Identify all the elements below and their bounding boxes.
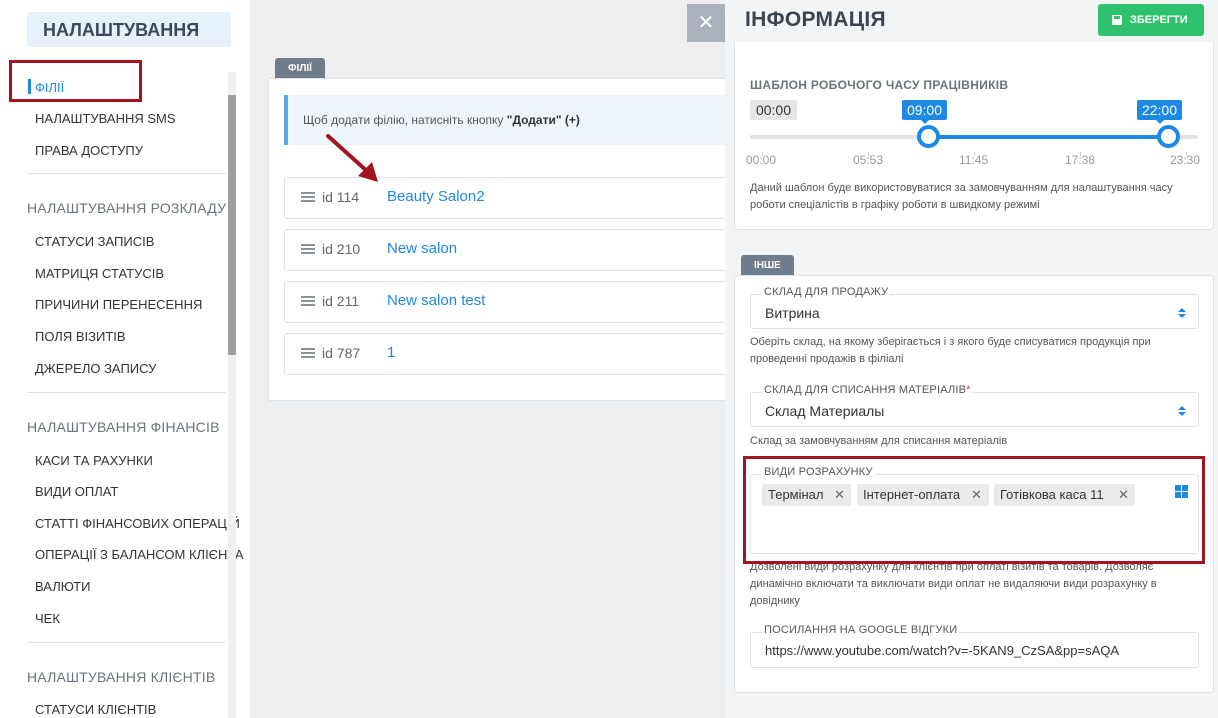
- sidebar-item-sms-settings[interactable]: НАЛАШТУВАННЯ SMS: [35, 111, 176, 126]
- materials-stock-select[interactable]: Склад Материалы: [750, 392, 1199, 427]
- slider-tick-label: 00:00: [746, 153, 777, 167]
- branch-name-link[interactable]: New salon: [387, 240, 457, 257]
- save-button[interactable]: ЗБЕРЕГТИ: [1098, 4, 1204, 36]
- sidebar-item-payment-types[interactable]: ВИДИ ОПЛАТ: [35, 484, 118, 499]
- settings-sidebar: НАЛАШТУВАННЯ ФІЛІЇ НАЛАШТУВАННЯ SMS ПРАВ…: [0, 0, 250, 718]
- branch-id: id 210: [322, 241, 361, 257]
- sidebar-header: НАЛАШТУВАННЯ: [27, 12, 231, 47]
- drag-handle-icon[interactable]: [301, 348, 315, 360]
- slider-min-label: 00:00: [750, 100, 797, 120]
- google-reviews-value: https://www.youtube.com/watch?v=-5KAN9_C…: [765, 643, 1120, 658]
- slider-from-value: 09:00: [902, 100, 947, 124]
- branch-id: id 114: [322, 189, 360, 205]
- slider-to-value: 22:00: [1137, 100, 1182, 124]
- schedule-help-text: Даний шаблон буде використовуватися за з…: [750, 182, 1173, 211]
- sidebar-item-status-matrix[interactable]: МАТРИЦЯ СТАТУСІВ: [35, 266, 164, 281]
- sidebar-item-cash-accounts[interactable]: КАСИ ТА РАХУНКИ: [35, 453, 153, 468]
- sidebar-item-client-balance-operations[interactable]: ОПЕРАЦІЇ З БАЛАНСОМ КЛІЄНТА: [35, 547, 244, 562]
- slider-tick-label: 05:53: [853, 153, 884, 167]
- drag-handle-icon[interactable]: [301, 296, 315, 308]
- drag-handle-icon[interactable]: [301, 192, 315, 204]
- required-mark: *: [966, 384, 971, 396]
- work-time-slider-range: [927, 135, 1168, 139]
- google-reviews-label: ПОСИЛАННЯ НА GOOGLE ВІДГУКИ: [762, 624, 960, 636]
- section-client-settings: НАЛАШТУВАННЯ КЛІЄНТІВ: [27, 669, 216, 685]
- materials-stock-value: Склад Материалы: [765, 403, 885, 419]
- sidebar-item-reschedule-reasons[interactable]: ПРИЧИНИ ПЕРЕНЕСЕННЯ: [35, 297, 202, 312]
- sidebar-item-record-source[interactable]: ДЖЕРЕЛО ЗАПИСУ: [35, 361, 156, 376]
- branches-tab-label: ФІЛІЇ: [275, 58, 325, 78]
- other-tab-label: ІНШЕ: [741, 255, 794, 275]
- materials-stock-help: Склад за замовчуванням для списання мате…: [750, 435, 1008, 447]
- save-disk-icon: [1112, 15, 1122, 25]
- info-panel-title: ІНФОРМАЦІЯ: [745, 8, 886, 31]
- sidebar-item-access-rights[interactable]: ПРАВА ДОСТУПУ: [35, 143, 143, 158]
- sidebar-item-receipt[interactable]: ЧЕК: [35, 611, 60, 626]
- branch-name-link[interactable]: Beauty Salon2: [387, 188, 485, 205]
- section-finance-settings: НАЛАШТУВАННЯ ФІНАНСІВ: [27, 419, 220, 435]
- sidebar-scrollbar-thumb[interactable]: [228, 95, 236, 355]
- google-reviews-input[interactable]: https://www.youtube.com/watch?v=-5KAN9_C…: [750, 632, 1199, 668]
- sidebar-item-record-statuses[interactable]: СТАТУСИ ЗАПИСІВ: [35, 234, 154, 249]
- highlight-box-payment-types: [743, 456, 1205, 564]
- sidebar-item-visit-fields[interactable]: ПОЛЯ ВІЗИТІВ: [35, 329, 126, 344]
- sidebar-divider: [27, 642, 226, 643]
- select-arrows-icon: [1178, 406, 1186, 416]
- sale-stock-label: СКЛАД ДЛЯ ПРОДАЖУ: [762, 286, 891, 298]
- drag-handle-icon[interactable]: [301, 244, 315, 256]
- highlight-box-branches: [9, 60, 142, 102]
- sale-stock-value: Витрина: [765, 305, 820, 321]
- sidebar-divider: [27, 173, 226, 174]
- sidebar-divider: [27, 392, 226, 393]
- slider-tick-label: 17:38: [1065, 153, 1096, 167]
- sidebar-item-currencies[interactable]: ВАЛЮТИ: [35, 579, 90, 594]
- branch-name-link[interactable]: New salon test: [387, 292, 485, 309]
- section-schedule-settings: НАЛАШТУВАННЯ РОЗКЛАДУ: [27, 200, 227, 216]
- select-arrows-icon: [1178, 308, 1186, 318]
- branch-row[interactable]: id 211 New salon test: [284, 281, 738, 323]
- slider-handle-from[interactable]: [916, 125, 940, 148]
- slider-tick-label: 23:30: [1170, 153, 1201, 167]
- payment-types-help: Дозволені види розрахунку для клієнтів п…: [750, 561, 1157, 607]
- slider-tick-label: 11:45: [959, 153, 989, 167]
- branch-row[interactable]: id 210 New salon: [284, 229, 738, 271]
- sidebar-item-financial-operations[interactable]: СТАТТІ ФІНАНСОВИХ ОПЕРАЦІЙ: [35, 516, 240, 531]
- sidebar-item-client-statuses[interactable]: СТАТУСИ КЛІЄНТІВ: [35, 702, 156, 717]
- branch-row[interactable]: id 787 1: [284, 333, 738, 375]
- sale-stock-help: Оберіть склад, на якому зберігається і з…: [750, 336, 1151, 365]
- schedule-template-title: ШАБЛОН РОБОЧОГО ЧАСУ ПРАЦІВНИКІВ: [750, 78, 1009, 92]
- sale-stock-select[interactable]: Витрина: [750, 294, 1199, 329]
- branch-id: id 787: [322, 345, 361, 361]
- hint-text: Щоб додати філію, натисніть кнопку: [303, 113, 507, 127]
- materials-stock-label-text: СКЛАД ДЛЯ СПИСАННЯ МАТЕРІАЛІВ: [764, 384, 967, 396]
- save-button-label: ЗБЕРЕГТИ: [1130, 14, 1188, 26]
- hint-add-label: "Додати" (+): [506, 113, 580, 127]
- branch-id: id 211: [322, 293, 360, 309]
- close-panel-button[interactable]: ✕: [687, 4, 725, 42]
- annotation-arrow-icon: [326, 134, 378, 182]
- materials-stock-label: СКЛАД ДЛЯ СПИСАННЯ МАТЕРІАЛІВ*: [762, 384, 973, 396]
- slider-handle-to[interactable]: [1156, 125, 1180, 148]
- branch-name-link[interactable]: 1: [387, 344, 395, 361]
